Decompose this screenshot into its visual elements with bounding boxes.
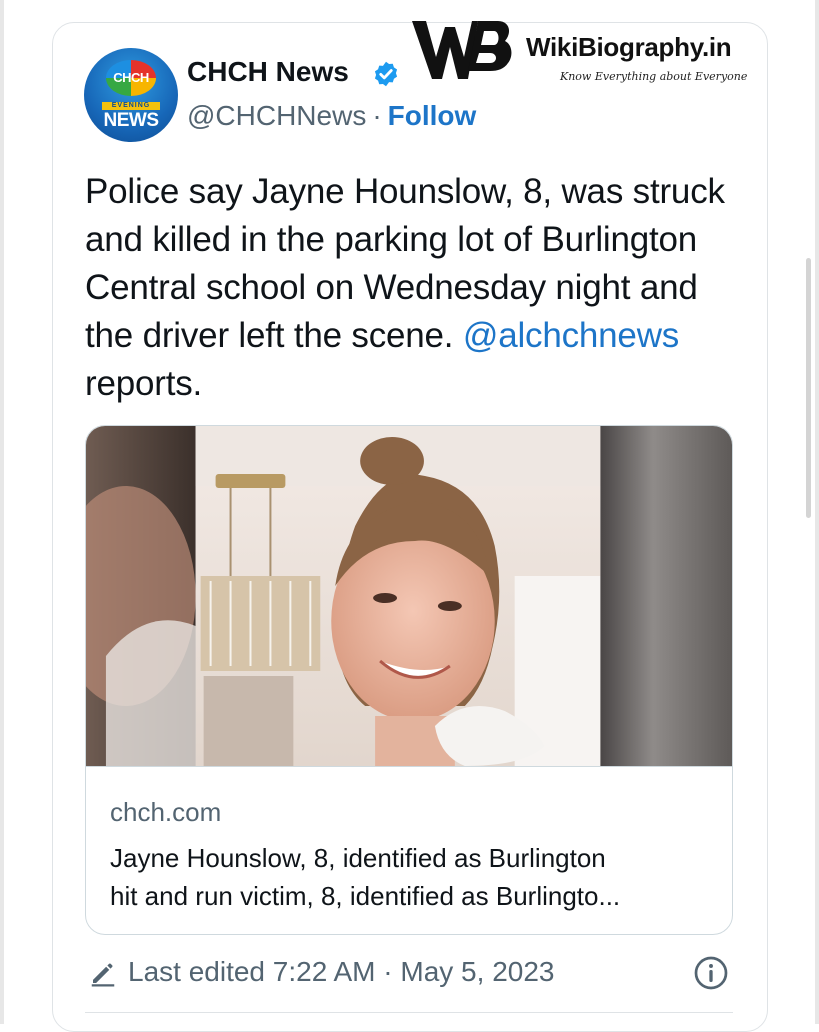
follow-button[interactable]: Follow <box>388 100 477 131</box>
mention-link[interactable]: @alchchnews <box>463 316 679 355</box>
watermark-name: WikiBiography.in <box>526 32 732 62</box>
article-photo[interactable] <box>86 426 732 766</box>
link-description-line-2: hit and run victim, 8, identified as Bur… <box>110 881 621 911</box>
scrollbar-thumb[interactable] <box>806 258 811 518</box>
author-avatar[interactable]: CHCH EVENING NEWS <box>84 48 178 142</box>
separator-dot: · <box>372 100 382 131</box>
author-handle[interactable]: @CHCHNews <box>187 100 366 131</box>
avatar-banner: EVENING <box>102 102 160 110</box>
link-description[interactable]: Jayne Hounslow, 8, identified as Burling… <box>110 839 710 915</box>
author-name[interactable]: CHCH News <box>187 56 349 88</box>
last-edited-timestamp[interactable]: Last edited 7:22 AM · May 5, 2023 <box>128 956 554 988</box>
avatar-logo: CHCH <box>106 60 156 96</box>
wb-logo-icon <box>412 21 512 79</box>
info-icon[interactable] <box>693 955 729 991</box>
right-frame-edge <box>815 0 819 1024</box>
link-domain[interactable]: chch.com <box>110 797 221 828</box>
avatar-news-text: NEWS <box>103 110 160 131</box>
link-card-meta[interactable]: chch.com Jayne Hounslow, 8, identified a… <box>86 766 732 934</box>
footer-divider <box>85 1012 733 1013</box>
left-frame-edge <box>0 0 4 1024</box>
tweet-text-end: reports. <box>85 364 203 403</box>
author-handle-row: @CHCHNews · Follow <box>187 100 476 132</box>
pencil-edit-icon <box>91 963 115 987</box>
link-description-line-1: Jayne Hounslow, 8, identified as Burling… <box>110 843 606 873</box>
tweet-text: Police say Jayne Hounslow, 8, was struck… <box>85 168 735 408</box>
watermark-tagline: Know Everything about Everyone <box>560 70 748 83</box>
link-preview-card[interactable]: chch.com Jayne Hounslow, 8, identified a… <box>85 425 733 935</box>
verified-badge-icon <box>374 61 398 87</box>
